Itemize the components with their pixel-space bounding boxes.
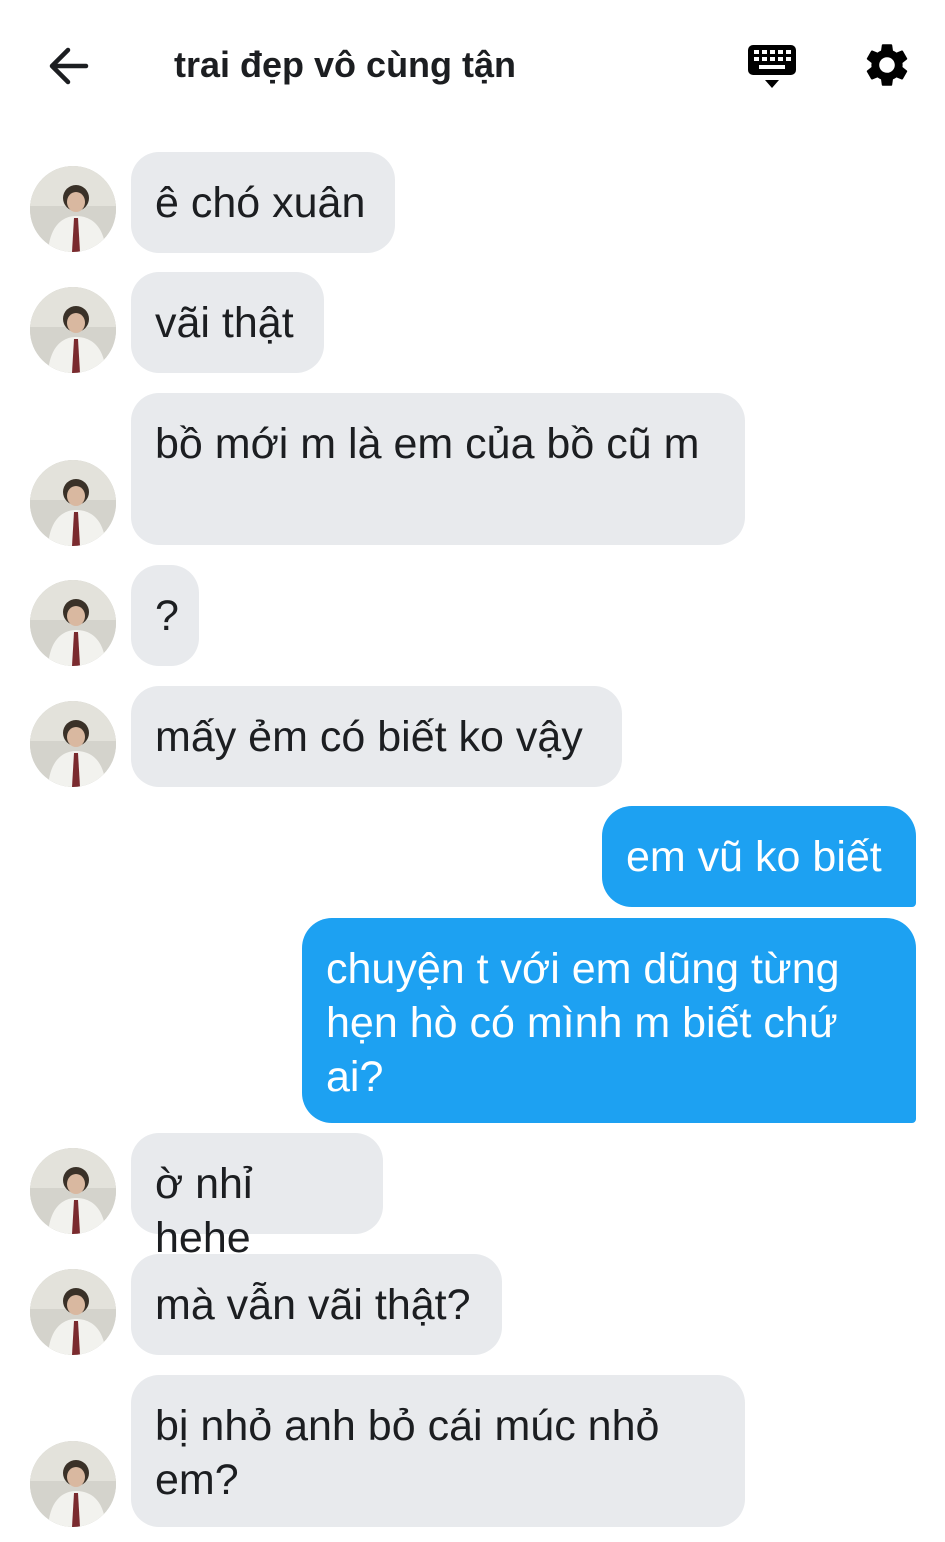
message-text: ê chó xuân <box>155 179 366 227</box>
message-bubble-incoming[interactable]: mà vẫn vãi thật? <box>131 1254 502 1355</box>
message-text: bồ mới m là em của bồ cũ m <box>155 420 700 468</box>
message-text: ờ nhỉ hehe <box>155 1160 253 1262</box>
message-text: ? <box>155 592 179 640</box>
avatar[interactable] <box>30 460 116 546</box>
message-bubble-incoming[interactable]: mấy ẻm có biết ko vậy <box>131 686 622 787</box>
message-bubble-incoming[interactable]: bị nhỏ anh bỏ cái múc nhỏ em? <box>131 1375 745 1527</box>
avatar[interactable] <box>30 1269 116 1355</box>
avatar[interactable] <box>30 701 116 787</box>
avatar[interactable] <box>30 1441 116 1527</box>
message-bubble-outgoing[interactable]: chuyện t với em dũng từng hẹn hò có mình… <box>302 918 916 1123</box>
avatar[interactable] <box>30 1148 116 1234</box>
avatar[interactable] <box>30 287 116 373</box>
message-text: vãi thật <box>155 299 294 347</box>
message-bubble-incoming[interactable]: ờ nhỉ hehe <box>131 1133 383 1262</box>
message-bubble-outgoing[interactable]: em vũ ko biết <box>602 806 916 907</box>
message-text: chuyện t với em dũng từng hẹn hò có mình… <box>326 945 840 1101</box>
avatar[interactable] <box>30 166 116 252</box>
message-bubble-incoming[interactable]: ê chó xuân <box>131 152 395 253</box>
message-text: bị nhỏ anh bỏ cái múc nhỏ em? <box>155 1402 660 1504</box>
message-list: ê chó xuân vãi thật bồ mới m là em của b… <box>0 0 945 1542</box>
avatar[interactable] <box>30 580 116 666</box>
message-text: mà vẫn vãi thật? <box>155 1281 471 1329</box>
message-text: mấy ẻm có biết ko vậy <box>155 713 583 761</box>
message-bubble-incoming[interactable]: bồ mới m là em của bồ cũ m <box>131 393 745 545</box>
message-text: em vũ ko biết <box>626 833 882 881</box>
message-bubble-incoming[interactable]: vãi thật <box>131 272 324 373</box>
message-bubble-incoming[interactable]: ? <box>131 565 199 666</box>
